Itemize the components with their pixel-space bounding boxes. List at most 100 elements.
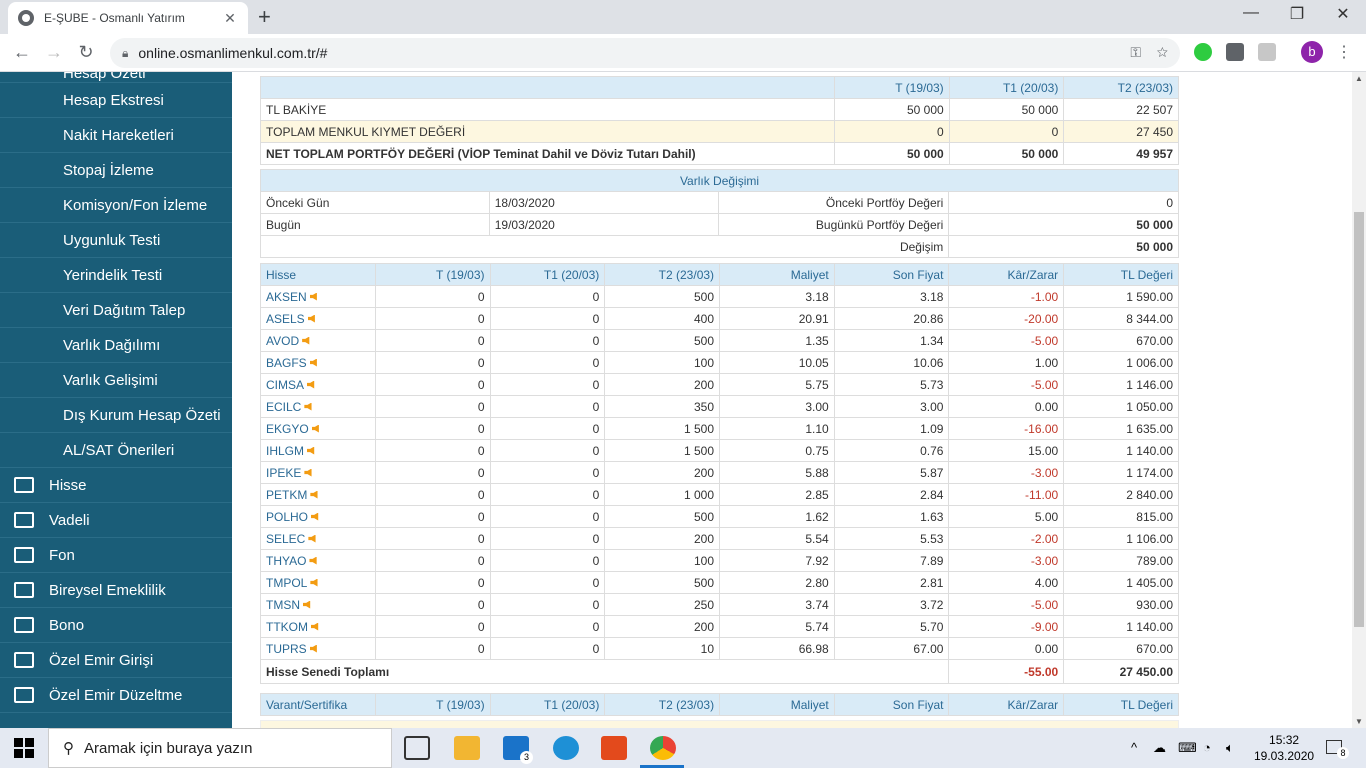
speaker-icon[interactable] <box>309 556 317 565</box>
speaker-icon[interactable] <box>308 534 316 543</box>
stock-row[interactable]: EKGYO 0 0 1 500 1.10 1.09 -16.00 1 635.00 <box>260 417 1179 440</box>
stock-symbol-link[interactable]: IHLGM <box>266 444 304 458</box>
shield-icon[interactable] <box>1258 43 1276 61</box>
stock-row[interactable]: TTKOM 0 0 200 5.74 5.70 -9.00 1 140.00 <box>260 615 1179 638</box>
extension-d-icon[interactable] <box>1226 43 1244 61</box>
stock-row[interactable]: AKSEN 0 0 500 3.18 3.18 -1.00 1 590.00 <box>260 285 1179 308</box>
extension-green-icon[interactable] <box>1194 43 1212 61</box>
forward-button[interactable]: → <box>42 42 66 63</box>
sidebar-subitem[interactable]: Dış Kurum Hesap Özeti <box>0 398 232 433</box>
edge-icon[interactable] <box>553 736 579 760</box>
speaker-icon[interactable] <box>303 600 311 609</box>
column-header[interactable]: Kâr/Zarar <box>948 263 1065 286</box>
sidebar-subitem[interactable]: Varlık Gelişimi <box>0 363 232 398</box>
speaker-icon[interactable] <box>309 644 317 653</box>
stock-symbol-link[interactable]: BAGFS <box>266 356 307 370</box>
stock-symbol-link[interactable]: CIMSA <box>266 378 304 392</box>
office-icon[interactable] <box>601 736 627 760</box>
column-header[interactable]: Son Fiyat <box>833 693 950 716</box>
sidebar-menu-item[interactable]: Fon <box>0 538 232 573</box>
file-explorer-icon[interactable] <box>454 736 480 760</box>
stock-row[interactable]: TMSN 0 0 250 3.74 3.72 -5.00 930.00 <box>260 593 1179 616</box>
column-header[interactable]: Kâr/Zarar <box>948 693 1065 716</box>
taskbar-clock[interactable]: 15:32 19.03.2020 <box>1254 732 1314 764</box>
sidebar-subitem[interactable]: Varlık Dağılımı <box>0 328 232 363</box>
stock-symbol-link[interactable]: TMSN <box>266 598 300 612</box>
speaker-icon[interactable] <box>302 336 310 345</box>
sidebar-subitem[interactable]: Veri Dağıtım Talep <box>0 293 232 328</box>
stock-row[interactable]: IHLGM 0 0 1 500 0.75 0.76 15.00 1 140.00 <box>260 439 1179 462</box>
new-tab-button[interactable]: + <box>258 6 271 28</box>
network-icon[interactable]: ☁ <box>1153 740 1166 756</box>
page-scrollbar[interactable]: ▲ ▼ <box>1352 72 1366 728</box>
chrome-icon[interactable] <box>650 736 676 760</box>
speaker-icon[interactable] <box>311 512 319 521</box>
speaker-icon[interactable] <box>310 578 318 587</box>
stock-symbol-link[interactable]: TUPRS <box>266 642 307 656</box>
sidebar-menu-item[interactable]: Bono <box>0 608 232 643</box>
speaker-icon[interactable] <box>307 380 315 389</box>
column-header[interactable]: T2 (23/03) <box>604 263 721 286</box>
column-header[interactable]: Maliyet <box>719 263 835 286</box>
wifi-icon[interactable]: ◔ <box>1203 740 1211 755</box>
column-header[interactable]: T1 (20/03) <box>489 263 606 286</box>
stock-row[interactable]: ASELS 0 0 400 20.91 20.86 -20.00 8 344.00 <box>260 307 1179 330</box>
back-button[interactable]: ← <box>10 42 34 63</box>
speaker-icon[interactable] <box>304 402 312 411</box>
speaker-icon[interactable] <box>309 292 317 301</box>
sidebar-subitem[interactable]: Uygunluk Testi <box>0 223 232 258</box>
sidebar-subitem[interactable]: Hesap Özeti <box>0 72 232 83</box>
tab-close-icon[interactable]: ✕ <box>222 10 238 27</box>
stock-symbol-link[interactable]: PETKM <box>266 488 307 502</box>
address-bar[interactable]: 🔒︎ online.osmanlimenkul.com.tr/# ⚿ ☆ <box>110 38 1180 68</box>
profile-avatar[interactable]: b <box>1301 41 1323 63</box>
stock-row[interactable]: IPEKE 0 0 200 5.88 5.87 -3.00 1 174.00 <box>260 461 1179 484</box>
speaker-icon[interactable] <box>311 424 319 433</box>
tray-chevron-icon[interactable]: ^ <box>1131 740 1137 755</box>
volume-icon[interactable]: 🔈︎ <box>1226 740 1234 756</box>
close-window-button[interactable]: ✕ <box>1320 4 1366 24</box>
stock-symbol-link[interactable]: ECILC <box>266 400 301 414</box>
key-star-icons[interactable]: ⚿ ☆ <box>1130 44 1168 61</box>
speaker-icon[interactable] <box>310 490 318 499</box>
browser-tab[interactable]: E-ŞUBE - Osmanlı Yatırım ✕ <box>8 2 248 34</box>
column-header[interactable]: Son Fiyat <box>833 263 950 286</box>
column-header[interactable]: T1 (20/03) <box>489 693 606 716</box>
stock-row[interactable]: TUPRS 0 0 10 66.98 67.00 0.00 670.00 <box>260 637 1179 660</box>
notification-icon[interactable]: 8 <box>1326 740 1349 759</box>
column-header[interactable]: Varant/Sertifika <box>260 693 376 716</box>
sidebar-menu-item[interactable]: Özel Emir Düzeltme <box>0 678 232 713</box>
column-header[interactable]: T (19/03) <box>374 693 491 716</box>
stock-row[interactable]: TMPOL 0 0 500 2.80 2.81 4.00 1 405.00 <box>260 571 1179 594</box>
mail-icon[interactable]: 3 <box>503 736 533 764</box>
sidebar-subitem[interactable]: Yerindelik Testi <box>0 258 232 293</box>
stock-symbol-link[interactable]: THYAO <box>266 554 306 568</box>
column-header[interactable]: TL Değeri <box>1063 693 1179 716</box>
windows-start-icon[interactable] <box>14 738 34 758</box>
stock-row[interactable]: AVOD 0 0 500 1.35 1.34 -5.00 670.00 <box>260 329 1179 352</box>
more-menu-icon[interactable]: ⋮ <box>1336 42 1352 62</box>
sidebar-subitem[interactable]: Komisyon/Fon İzleme <box>0 188 232 223</box>
stock-row[interactable]: BAGFS 0 0 100 10.05 10.06 1.00 1 006.00 <box>260 351 1179 374</box>
stock-row[interactable]: POLHO 0 0 500 1.62 1.63 5.00 815.00 <box>260 505 1179 528</box>
speaker-icon[interactable] <box>307 446 315 455</box>
stock-row[interactable]: PETKM 0 0 1 000 2.85 2.84 -11.00 2 840.00 <box>260 483 1179 506</box>
speaker-icon[interactable] <box>309 358 317 367</box>
scrollbar-thumb[interactable] <box>1354 212 1364 627</box>
column-header[interactable]: Maliyet <box>719 693 835 716</box>
stock-row[interactable]: SELEC 0 0 200 5.54 5.53 -2.00 1 106.00 <box>260 527 1179 550</box>
sidebar-menu-item[interactable]: Vadeli <box>0 503 232 538</box>
stock-row[interactable]: CIMSA 0 0 200 5.75 5.73 -5.00 1 146.00 <box>260 373 1179 396</box>
stock-symbol-link[interactable]: AKSEN <box>266 290 307 304</box>
sidebar-subitem[interactable]: AL/SAT Önerileri <box>0 433 232 468</box>
minimize-button[interactable]: — <box>1228 4 1274 22</box>
stock-row[interactable]: ECILC 0 0 350 3.00 3.00 0.00 1 050.00 <box>260 395 1179 418</box>
sidebar-subitem[interactable]: Nakit Hareketleri <box>0 118 232 153</box>
stock-symbol-link[interactable]: TMPOL <box>266 576 307 590</box>
stock-row[interactable]: THYAO 0 0 100 7.92 7.89 -3.00 789.00 <box>260 549 1179 572</box>
stock-symbol-link[interactable]: TTKOM <box>266 620 308 634</box>
speaker-icon[interactable] <box>307 314 315 323</box>
sidebar-menu-item[interactable]: Hisse <box>0 468 232 503</box>
taskbar-search[interactable]: ⚲ Aramak için buraya yazın <box>48 728 392 768</box>
stock-symbol-link[interactable]: EKGYO <box>266 422 309 436</box>
